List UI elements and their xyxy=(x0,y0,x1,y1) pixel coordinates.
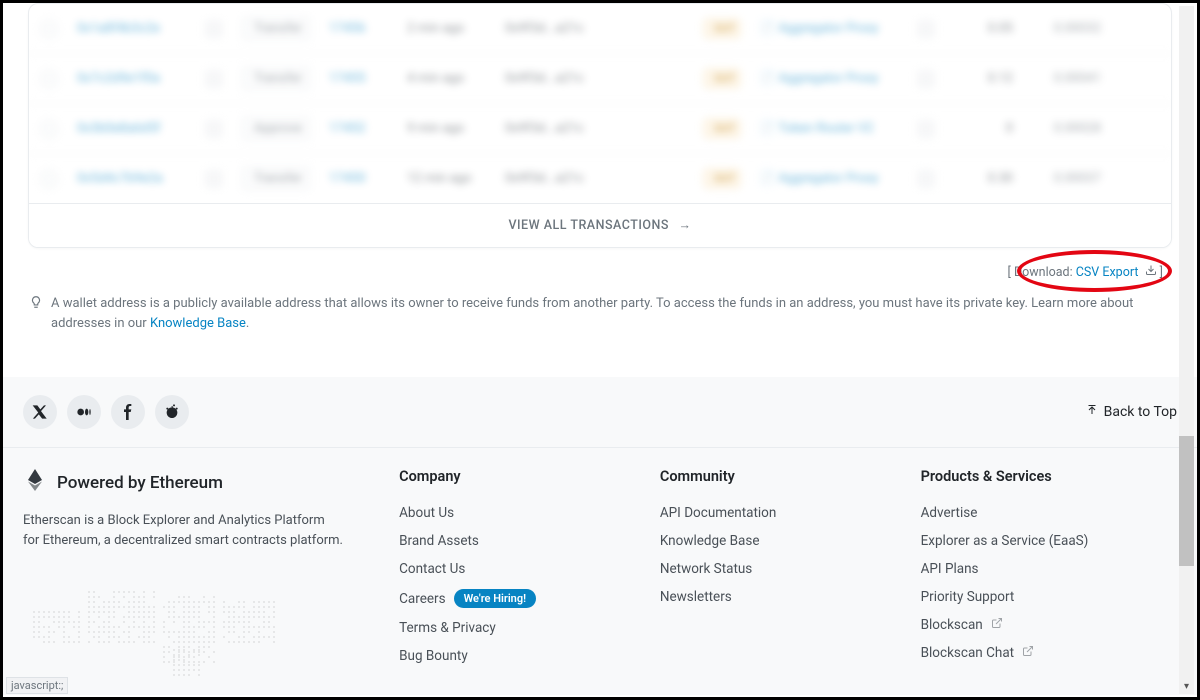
transactions-table-blurred: 0x1a8f4b3c2eTransfer174562 min ago0x9f3d… xyxy=(29,4,1171,203)
footer-link[interactable]: Bug Bounty xyxy=(399,642,630,670)
browser-status-bar: javascript:; xyxy=(6,677,68,694)
table-row: 0x3b0e8a6d5fApprove174529 min ago0x9f3d.… xyxy=(29,104,1171,154)
footer-link[interactable]: Knowledge Base xyxy=(660,527,891,555)
brand-description: Etherscan is a Block Explorer and Analyt… xyxy=(23,511,343,551)
download-icon xyxy=(1141,265,1159,280)
footer-columns: Powered by Ethereum Etherscan is a Block… xyxy=(3,447,1197,695)
footer-link[interactable]: Priority Support xyxy=(921,583,1177,611)
download-suffix: ] xyxy=(1160,265,1163,280)
twitter-x-icon[interactable] xyxy=(23,395,57,429)
download-prefix: [ Download: xyxy=(1008,265,1076,280)
knowledge-base-link[interactable]: Knowledge Base xyxy=(150,316,246,331)
medium-icon[interactable] xyxy=(67,395,101,429)
footer-heading: Products & Services xyxy=(921,468,1177,485)
hiring-badge: We're Hiring! xyxy=(454,589,536,608)
footer-heading: Company xyxy=(399,468,630,485)
footer-link[interactable]: Contact Us xyxy=(399,555,630,583)
facebook-icon[interactable] xyxy=(111,395,145,429)
info-tip-row: A wallet address is a publicly available… xyxy=(23,286,1177,349)
arrow-right-icon: → xyxy=(679,218,692,233)
scrollbar-down-arrow[interactable]: ▾ xyxy=(1179,679,1194,694)
scrollbar-thumb[interactable] xyxy=(1179,436,1194,566)
footer-heading: Community xyxy=(660,468,891,485)
footer-link[interactable]: API Plans xyxy=(921,555,1177,583)
table-row: 0x5d4c7b9e2aTransfer1745012 min ago0x9f3… xyxy=(29,154,1171,203)
footer-link[interactable]: Blockscan xyxy=(921,611,1177,639)
transactions-card: 0x1a8f4b3c2eTransfer174562 min ago0x9f3d… xyxy=(28,3,1172,248)
footer-link[interactable]: Blockscan Chat xyxy=(921,639,1177,667)
back-to-top-button[interactable]: Back to Top xyxy=(1086,404,1177,420)
footer-link[interactable]: Advertise xyxy=(921,499,1177,527)
footer-link[interactable]: About Us xyxy=(399,499,630,527)
table-row: 0x7c2d9e1f0aTransfer174554 min ago0x9f3d… xyxy=(29,54,1171,104)
tip-text-b: . xyxy=(246,316,249,331)
powered-by-text: Powered by Ethereum xyxy=(57,473,223,493)
footer-link[interactable]: API Documentation xyxy=(660,499,891,527)
footer-link[interactable]: Network Status xyxy=(660,555,891,583)
back-to-top-label: Back to Top xyxy=(1104,404,1177,420)
external-link-icon xyxy=(1022,645,1034,661)
footer-link[interactable]: Newsletters xyxy=(660,583,891,611)
footer-link[interactable]: Terms & Privacy xyxy=(399,614,630,642)
table-row: 0x1a8f4b3c2eTransfer174562 min ago0x9f3d… xyxy=(29,4,1171,54)
vertical-scrollbar[interactable]: ▾ xyxy=(1179,6,1194,694)
reddit-icon[interactable] xyxy=(155,395,189,429)
arrow-up-icon xyxy=(1086,404,1098,420)
social-links xyxy=(23,395,189,429)
external-link-icon xyxy=(991,617,1003,633)
footer-brand-column: Powered by Ethereum Etherscan is a Block… xyxy=(23,468,369,695)
view-all-label: VIEW ALL TRANSACTIONS xyxy=(508,218,669,233)
world-map-icon xyxy=(23,571,293,691)
footer-column-products: Products & Services AdvertiseExplorer as … xyxy=(921,468,1177,695)
lightbulb-icon xyxy=(29,295,43,313)
page-footer: Back to Top Powered by Ethereum Ethersca… xyxy=(3,377,1197,695)
footer-link[interactable]: Explorer as a Service (EaaS) xyxy=(921,527,1177,555)
footer-link[interactable]: CareersWe're Hiring! xyxy=(399,583,630,614)
csv-export-link[interactable]: CSV Export xyxy=(1076,265,1139,280)
ethereum-icon xyxy=(23,468,47,497)
footer-column-community: Community API DocumentationKnowledge Base… xyxy=(660,468,891,695)
footer-link[interactable]: Brand Assets xyxy=(399,527,630,555)
download-row: [ Download: CSV Export ] xyxy=(23,258,1177,286)
footer-column-company: Company About UsBrand AssetsContact UsCar… xyxy=(399,468,630,695)
view-all-transactions-button[interactable]: VIEW ALL TRANSACTIONS → xyxy=(29,203,1171,247)
